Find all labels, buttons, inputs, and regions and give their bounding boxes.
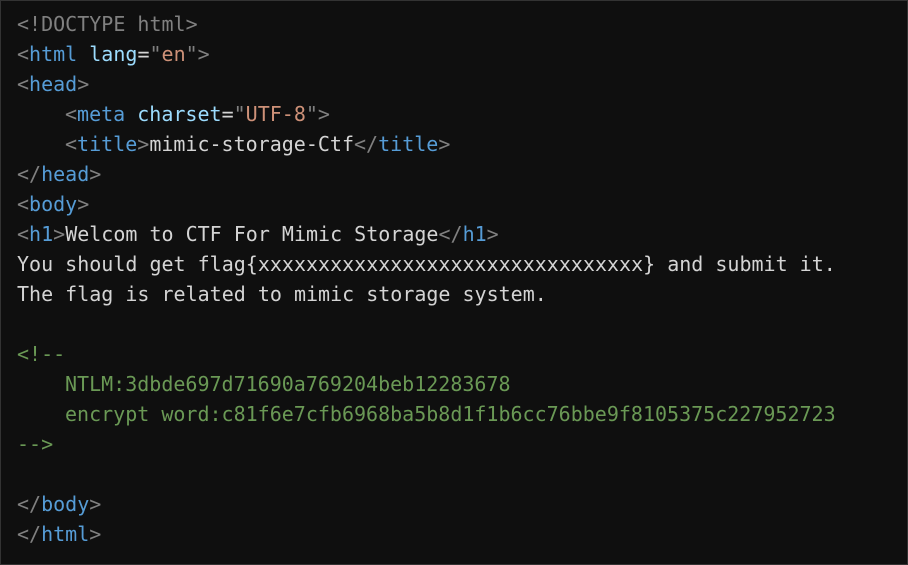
line-head-close: </head> (17, 159, 891, 189)
line-comment-2: encrypt word:c81f6e7cfb6968ba5b8d1f1b6cc… (17, 399, 891, 429)
line-title: <title>mimic-storage-Ctf</title> (17, 129, 891, 159)
line-h1: <h1>Welcom to CTF For Mimic Storage</h1> (17, 219, 891, 249)
line-comment-open: <!-- (17, 339, 891, 369)
code-editor[interactable]: <!DOCTYPE html><html lang="en"><head><me… (17, 9, 891, 549)
line-blank2 (17, 459, 891, 489)
line-doctype: <!DOCTYPE html> (17, 9, 891, 39)
line-body-open: <body> (17, 189, 891, 219)
line-html-open: <html lang="en"> (17, 39, 891, 69)
line-body-close: </body> (17, 489, 891, 519)
line-body-text2: The flag is related to mimic storage sys… (17, 279, 891, 309)
line-comment-close: --> (17, 429, 891, 459)
line-head-open: <head> (17, 69, 891, 99)
line-body-text1: You should get flag{xxxxxxxxxxxxxxxxxxxx… (17, 249, 891, 279)
line-html-close: </html> (17, 519, 891, 549)
line-comment-1: NTLM:3dbde697d71690a769204beb12283678 (17, 369, 891, 399)
line-blank1 (17, 309, 891, 339)
line-meta: <meta charset="UTF-8"> (17, 99, 891, 129)
